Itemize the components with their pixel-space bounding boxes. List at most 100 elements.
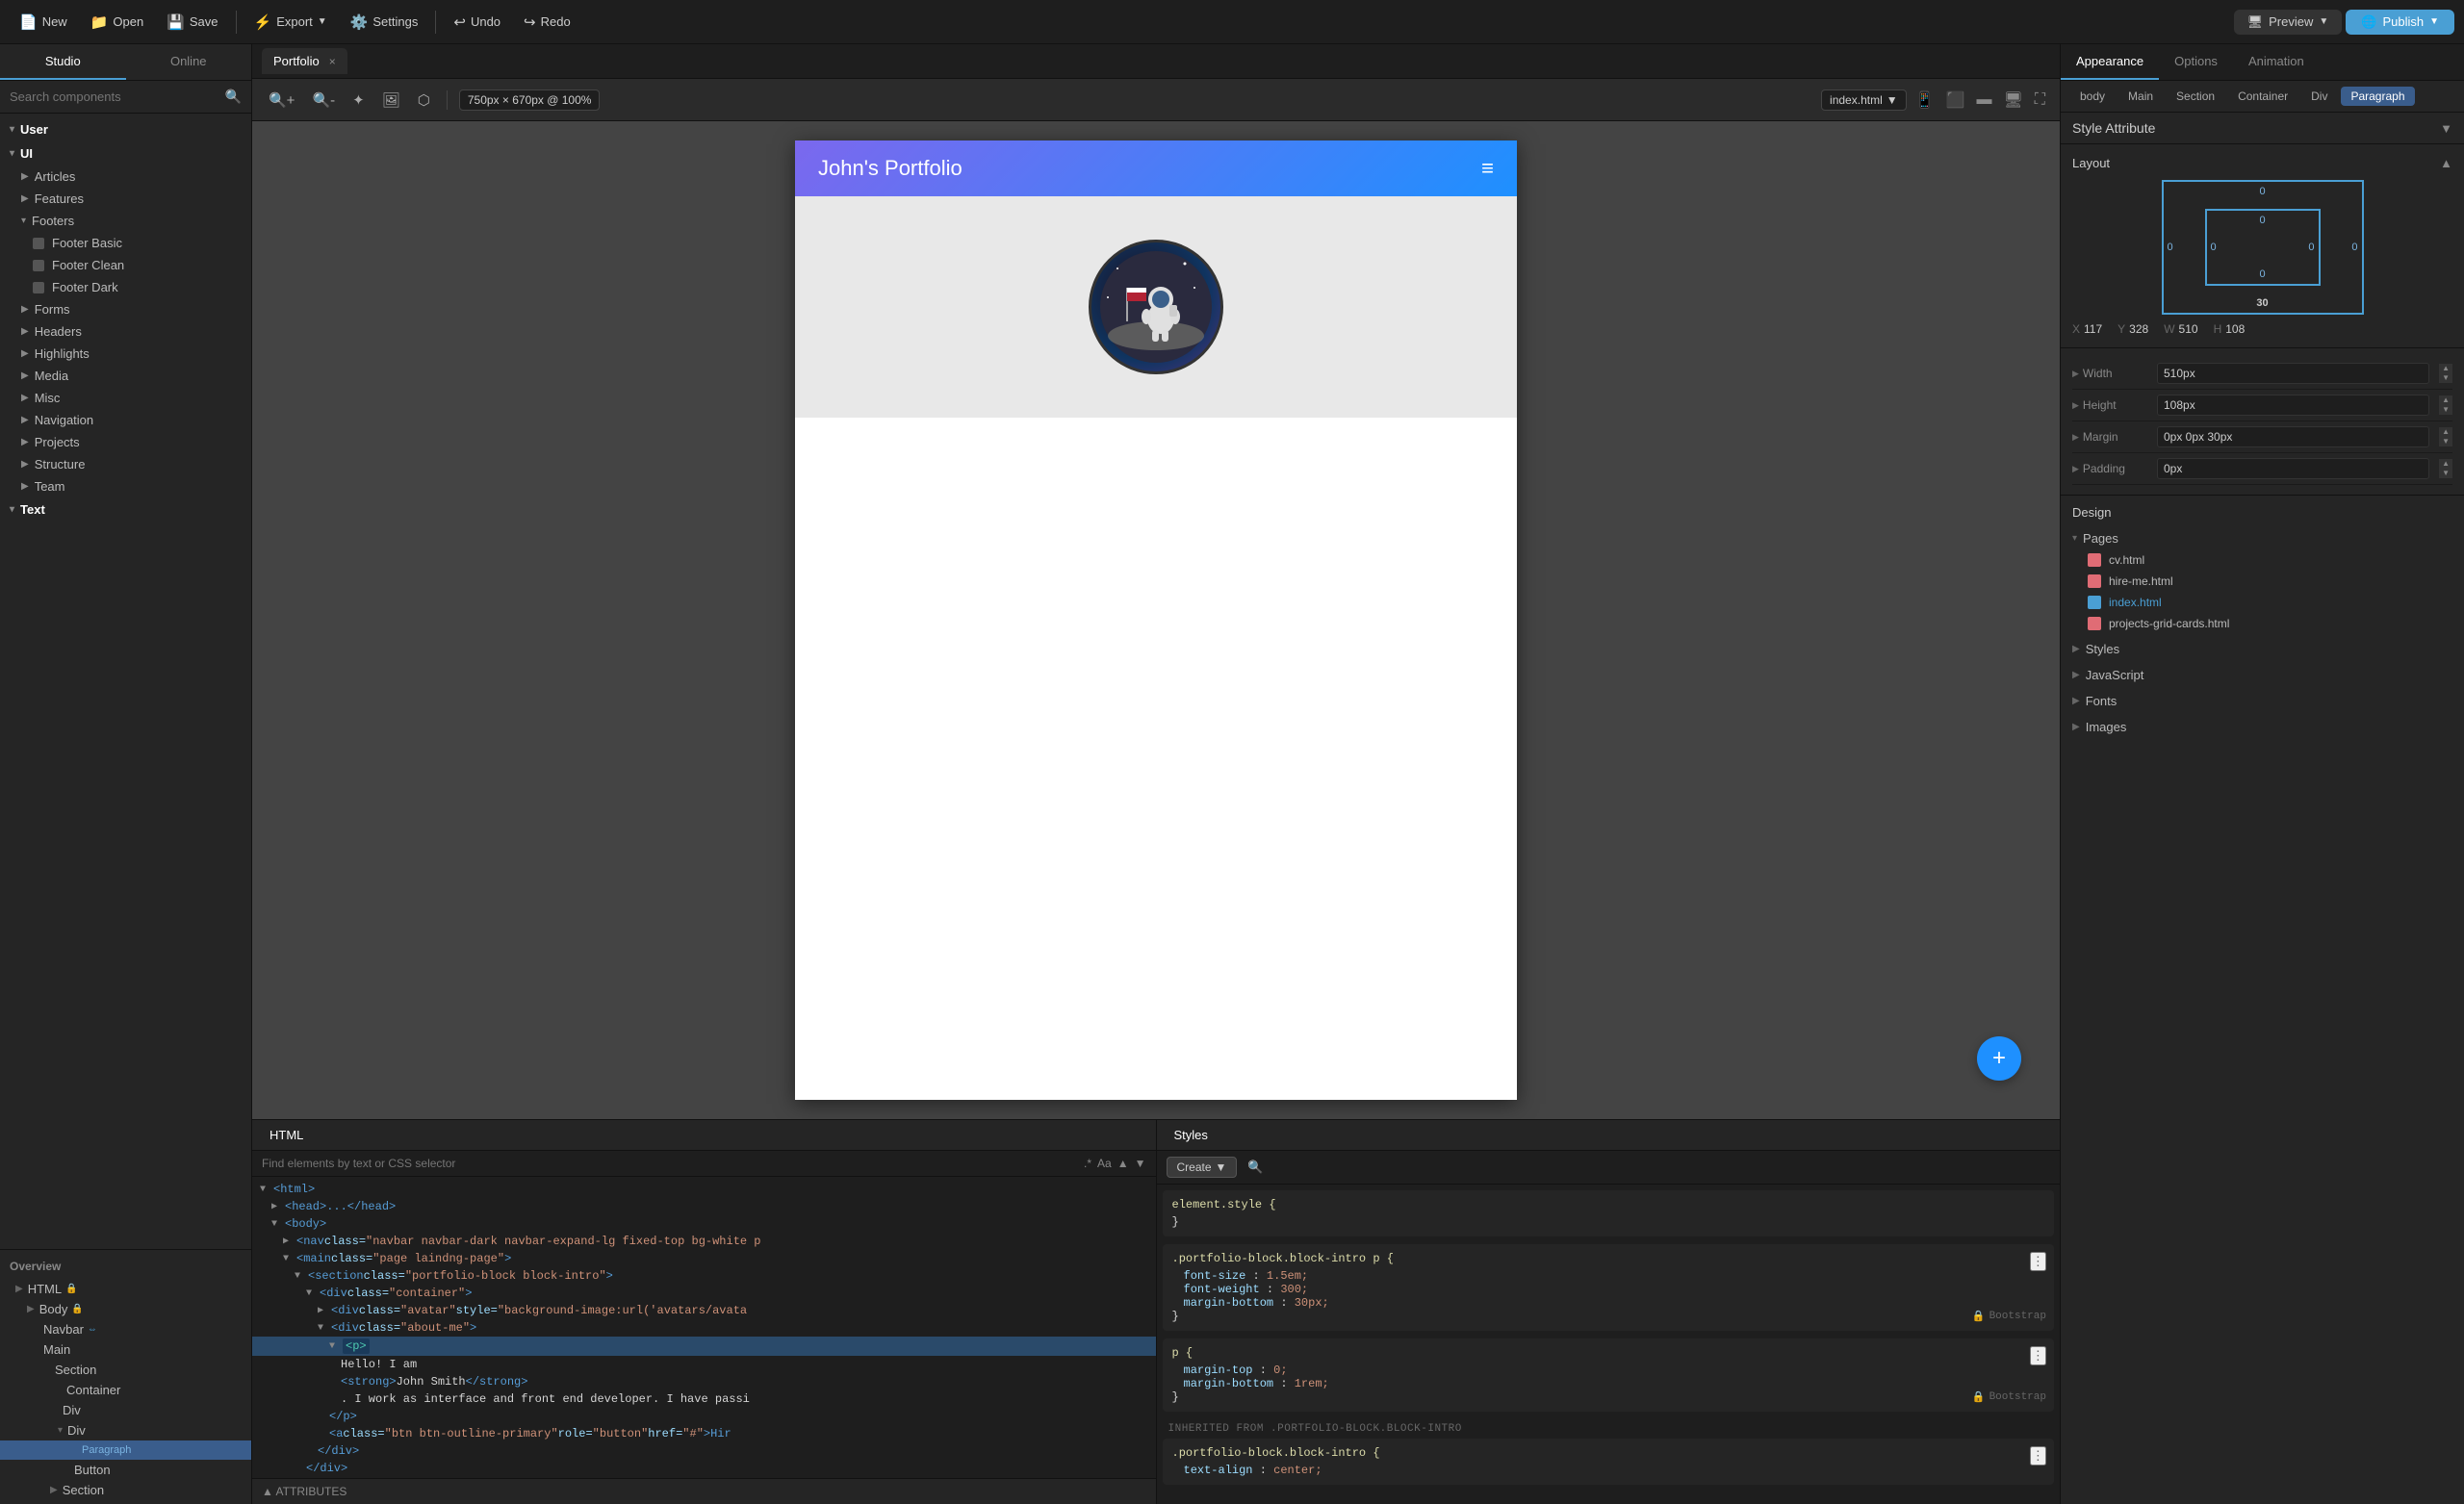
category-ui[interactable]: ▾ UI (0, 141, 251, 166)
width-down[interactable]: ▼ (2439, 373, 2452, 383)
search-input[interactable] (10, 89, 219, 104)
padding-input[interactable] (2157, 458, 2429, 479)
mobile-view-button[interactable]: 📱 (1912, 88, 1938, 113)
ov-html[interactable]: ▶ HTML 🔒 (0, 1279, 251, 1299)
attributes-bar[interactable]: ▲ ATTRIBUTES (252, 1478, 1156, 1504)
html-node-container[interactable]: ▼ <div class= "container" > (252, 1285, 1156, 1302)
ov-div1[interactable]: Div (0, 1400, 251, 1420)
html-node-div-avatar[interactable]: ▶ <div class= "avatar" style= "backgroun… (252, 1302, 1156, 1319)
item-footer-clean[interactable]: Footer Clean (0, 254, 251, 276)
html-node-nav[interactable]: ▶ <nav class= "navbar navbar-dark navbar… (252, 1233, 1156, 1250)
redo-button[interactable]: ↪ Redo (514, 10, 580, 35)
html-node-p-close[interactable]: </p> (252, 1408, 1156, 1425)
canvas-area[interactable]: John's Portfolio ≡ (252, 121, 2060, 1119)
js-group-header[interactable]: ▶ JavaScript (2072, 664, 2452, 686)
subcategory-misc[interactable]: ▶ Misc (0, 387, 251, 409)
save-button[interactable]: 💾 Save (157, 10, 227, 35)
html-node-div-close2[interactable]: </div> (252, 1460, 1156, 1477)
ov-container[interactable]: Container (0, 1380, 251, 1400)
etype-main[interactable]: Main (2118, 87, 2163, 106)
layout-toggle[interactable]: ▲ (2440, 156, 2452, 170)
search-styles-button[interactable]: 🔍 (1243, 1157, 1268, 1178)
html-node-div-aboutme[interactable]: ▼ <div class= "about-me" > (252, 1319, 1156, 1337)
height-input[interactable] (2157, 395, 2429, 416)
prev-button[interactable]: ▲ (1117, 1157, 1129, 1170)
html-node-head[interactable]: ▶ <head>...</head> (252, 1198, 1156, 1215)
tab-online[interactable]: Online (126, 44, 252, 80)
padding-up[interactable]: ▲ (2439, 459, 2452, 469)
subcategory-media[interactable]: ▶ Media (0, 365, 251, 387)
styles-group-header[interactable]: ▶ Styles (2072, 638, 2452, 660)
settings-button[interactable]: ⚙️ Settings (341, 10, 428, 35)
file-cv[interactable]: cv.html (2072, 549, 2452, 571)
subcategory-team[interactable]: ▶ Team (0, 475, 251, 497)
html-node-html[interactable]: ▼ <html> (252, 1181, 1156, 1198)
subcategory-headers[interactable]: ▶ Headers (0, 320, 251, 343)
file-index[interactable]: index.html (2072, 592, 2452, 613)
file-hireme[interactable]: hire-me.html (2072, 571, 2452, 592)
padding-down[interactable]: ▼ (2439, 469, 2452, 478)
fullscreen-button[interactable]: ⛶ (2032, 89, 2048, 112)
export-button[interactable]: ⚡ Export ▼ (244, 10, 337, 35)
margin-down[interactable]: ▼ (2439, 437, 2452, 446)
ov-button[interactable]: Button (0, 1460, 251, 1480)
open-button[interactable]: 📁 Open (81, 10, 154, 35)
etype-div[interactable]: Div (2301, 87, 2337, 106)
etype-section[interactable]: Section (2167, 87, 2224, 106)
style-attr-dropdown[interactable]: ▼ (2440, 121, 2452, 136)
ov-div2[interactable]: ▾ Div (0, 1420, 251, 1440)
css-block-more-2[interactable]: ⋮ (2030, 1346, 2046, 1365)
html-tab[interactable]: HTML (264, 1126, 309, 1144)
subcategory-forms[interactable]: ▶ Forms (0, 298, 251, 320)
ov-body[interactable]: ▶ Body 🔒 (0, 1299, 251, 1319)
ov-navbar[interactable]: Navbar ⇔ (0, 1319, 251, 1339)
margin-up[interactable]: ▲ (2439, 427, 2452, 437)
images-group-header[interactable]: ▶ Images (2072, 716, 2452, 738)
preview-button[interactable]: 🖥 Preview ▼ (2234, 10, 2343, 35)
html-node-div-close[interactable]: </div> (252, 1442, 1156, 1460)
subcategory-highlights[interactable]: ▶ Highlights (0, 343, 251, 365)
add-element-button[interactable]: + (1977, 1036, 2021, 1081)
tab-appearance[interactable]: Appearance (2061, 44, 2159, 80)
desktop-half-button[interactable]: ▬ (1973, 89, 1994, 112)
category-user[interactable]: ▾ User (0, 117, 251, 141)
zoom-out-button[interactable]: 🔍- (307, 89, 340, 112)
html-node-main[interactable]: ▼ <main class= "page laindng-page" > (252, 1250, 1156, 1267)
tab-animation[interactable]: Animation (2233, 44, 2320, 80)
regex-button[interactable]: .* (1084, 1157, 1091, 1170)
ov-section2[interactable]: ▶ Section (0, 1480, 251, 1500)
item-footer-dark[interactable]: Footer Dark (0, 276, 251, 298)
item-footer-basic[interactable]: Footer Basic (0, 232, 251, 254)
css-block-more-3[interactable]: ⋮ (2030, 1446, 2046, 1466)
height-down[interactable]: ▼ (2439, 405, 2452, 415)
tab-studio[interactable]: Studio (0, 44, 126, 80)
publish-button[interactable]: 🌐 Publish ▼ (2346, 10, 2454, 35)
ov-paragraph[interactable]: Paragraph (0, 1440, 251, 1460)
margin-input[interactable] (2157, 426, 2429, 447)
subcategory-projects[interactable]: ▶ Projects (0, 431, 251, 453)
image-tool-button[interactable]: 🖼 (377, 89, 405, 112)
etype-body[interactable]: body (2070, 87, 2115, 106)
width-up[interactable]: ▲ (2439, 364, 2452, 373)
pages-group-header[interactable]: ▾ Pages (2072, 527, 2452, 549)
tablet-view-button[interactable]: ⬛ (1943, 88, 1968, 113)
category-text[interactable]: ▾ Text (0, 497, 251, 522)
zoom-label[interactable]: 750px × 670px @ 100% (459, 89, 601, 111)
width-input[interactable] (2157, 363, 2429, 384)
subcategory-structure[interactable]: ▶ Structure (0, 453, 251, 475)
hamburger-icon[interactable]: ≡ (1481, 156, 1494, 181)
subcategory-articles[interactable]: ▶ Articles (0, 166, 251, 188)
next-button[interactable]: ▼ (1135, 1157, 1146, 1170)
html-search-input[interactable] (262, 1157, 1078, 1170)
tab-portfolio[interactable]: Portfolio × (262, 48, 347, 74)
html-node-text1[interactable]: Hello! I am (252, 1356, 1156, 1373)
new-button[interactable]: 📄 New (10, 10, 77, 35)
case-button[interactable]: Aa (1097, 1157, 1112, 1170)
subcategory-navigation[interactable]: ▶ Navigation (0, 409, 251, 431)
height-up[interactable]: ▲ (2439, 395, 2452, 405)
html-node-section1[interactable]: ▼ <section class= "portfolio-block block… (252, 1267, 1156, 1285)
css-block-more-1[interactable]: ⋮ (2030, 1252, 2046, 1271)
create-style-button[interactable]: Create ▼ (1167, 1157, 1238, 1178)
desktop-view-button[interactable]: 🖥 (2000, 88, 2025, 113)
html-node-strong[interactable]: <strong> John Smith </strong> (252, 1373, 1156, 1390)
